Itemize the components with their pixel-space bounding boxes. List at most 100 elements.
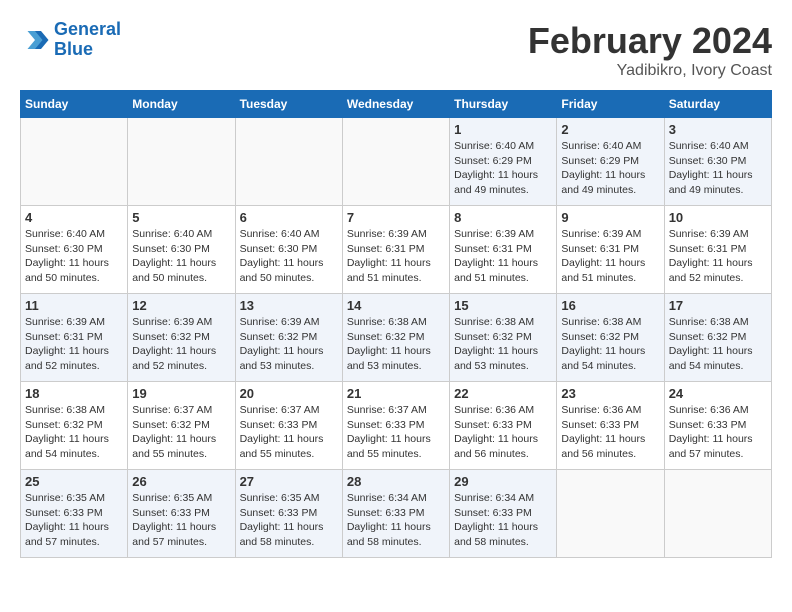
day-number: 28 bbox=[347, 474, 445, 489]
calendar-cell: 20 Sunrise: 6:37 AMSunset: 6:33 PMDayligh… bbox=[235, 382, 342, 470]
calendar-cell: 9Sunrise: 6:39 AMSunset: 6:31 PMDaylight… bbox=[557, 206, 664, 294]
calendar-cell: 8 Sunrise: 6:39 AMSunset: 6:31 PMDaylight… bbox=[450, 206, 557, 294]
logo-line1: General bbox=[54, 19, 121, 39]
day-number: 29 bbox=[454, 474, 552, 489]
day-info: Sunrise: 6:39 AMSunset: 6:31 PMDaylight:… bbox=[25, 315, 123, 374]
day-number: 21 bbox=[347, 386, 445, 401]
calendar-cell: 15 Sunrise: 6:38 AMSunset: 6:32 PMDayligh… bbox=[450, 294, 557, 382]
calendar-cell: 21 Sunrise: 6:37 AMSunset: 6:33 PMDayligh… bbox=[342, 382, 449, 470]
calendar-cell: 24Sunrise: 6:36 AMSunset: 6:33 PMDayligh… bbox=[664, 382, 771, 470]
column-header-saturday: Saturday bbox=[664, 91, 771, 118]
calendar-cell: 3Sunrise: 6:40 AMSunset: 6:30 PMDaylight… bbox=[664, 118, 771, 206]
day-number: 25 bbox=[25, 474, 123, 489]
calendar-cell: 27 Sunrise: 6:35 AMSunset: 6:33 PMDayligh… bbox=[235, 470, 342, 558]
day-info: Sunrise: 6:35 AMSunset: 6:33 PMDaylight:… bbox=[132, 491, 230, 550]
day-number: 15 bbox=[454, 298, 552, 313]
day-info: Sunrise: 6:39 AMSunset: 6:31 PMDaylight:… bbox=[669, 227, 767, 286]
day-info: Sunrise: 6:36 AMSunset: 6:33 PMDaylight:… bbox=[561, 403, 659, 462]
day-number: 24 bbox=[669, 386, 767, 401]
calendar-cell: 6 Sunrise: 6:40 AMSunset: 6:30 PMDaylight… bbox=[235, 206, 342, 294]
calendar-header-row: SundayMondayTuesdayWednesdayThursdayFrid… bbox=[21, 91, 772, 118]
column-header-monday: Monday bbox=[128, 91, 235, 118]
day-number: 9 bbox=[561, 210, 659, 225]
page-header: General Blue February 2024 Yadibikro, Iv… bbox=[20, 20, 772, 80]
day-info: Sunrise: 6:40 AMSunset: 6:30 PMDaylight:… bbox=[132, 227, 230, 286]
day-number: 17 bbox=[669, 298, 767, 313]
calendar-cell: 22 Sunrise: 6:36 AMSunset: 6:33 PMDayligh… bbox=[450, 382, 557, 470]
calendar-week-row: 11 Sunrise: 6:39 AMSunset: 6:31 PMDayligh… bbox=[21, 294, 772, 382]
day-info: Sunrise: 6:38 AMSunset: 6:32 PMDaylight:… bbox=[669, 315, 767, 374]
day-number: 22 bbox=[454, 386, 552, 401]
day-number: 4 bbox=[25, 210, 123, 225]
calendar-cell: 26 Sunrise: 6:35 AMSunset: 6:33 PMDayligh… bbox=[128, 470, 235, 558]
calendar-week-row: 18Sunrise: 6:38 AMSunset: 6:32 PMDayligh… bbox=[21, 382, 772, 470]
calendar-cell: 10 Sunrise: 6:39 AMSunset: 6:31 PMDayligh… bbox=[664, 206, 771, 294]
day-number: 10 bbox=[669, 210, 767, 225]
day-number: 8 bbox=[454, 210, 552, 225]
day-number: 13 bbox=[240, 298, 338, 313]
column-header-sunday: Sunday bbox=[21, 91, 128, 118]
day-info: Sunrise: 6:38 AMSunset: 6:32 PMDaylight:… bbox=[561, 315, 659, 374]
calendar-cell bbox=[128, 118, 235, 206]
calendar-cell: 23 Sunrise: 6:36 AMSunset: 6:33 PMDayligh… bbox=[557, 382, 664, 470]
day-info: Sunrise: 6:37 AMSunset: 6:33 PMDaylight:… bbox=[240, 403, 338, 462]
day-number: 14 bbox=[347, 298, 445, 313]
title-block: February 2024 Yadibikro, Ivory Coast bbox=[528, 20, 772, 80]
day-info: Sunrise: 6:37 AMSunset: 6:33 PMDaylight:… bbox=[347, 403, 445, 462]
day-info: Sunrise: 6:35 AMSunset: 6:33 PMDaylight:… bbox=[240, 491, 338, 550]
logo-text: General Blue bbox=[54, 20, 121, 60]
day-info: Sunrise: 6:40 AMSunset: 6:30 PMDaylight:… bbox=[25, 227, 123, 286]
calendar-cell bbox=[342, 118, 449, 206]
day-info: Sunrise: 6:38 AMSunset: 6:32 PMDaylight:… bbox=[347, 315, 445, 374]
day-number: 5 bbox=[132, 210, 230, 225]
calendar-cell: 19 Sunrise: 6:37 AMSunset: 6:32 PMDayligh… bbox=[128, 382, 235, 470]
column-header-wednesday: Wednesday bbox=[342, 91, 449, 118]
day-info: Sunrise: 6:34 AMSunset: 6:33 PMDaylight:… bbox=[347, 491, 445, 550]
day-number: 7 bbox=[347, 210, 445, 225]
calendar-cell: 12 Sunrise: 6:39 AMSunset: 6:32 PMDayligh… bbox=[128, 294, 235, 382]
day-info: Sunrise: 6:39 AMSunset: 6:31 PMDaylight:… bbox=[347, 227, 445, 286]
day-info: Sunrise: 6:39 AMSunset: 6:31 PMDaylight:… bbox=[454, 227, 552, 286]
calendar-cell: 25 Sunrise: 6:35 AMSunset: 6:33 PMDayligh… bbox=[21, 470, 128, 558]
day-info: Sunrise: 6:36 AMSunset: 6:33 PMDaylight:… bbox=[454, 403, 552, 462]
column-header-thursday: Thursday bbox=[450, 91, 557, 118]
day-number: 23 bbox=[561, 386, 659, 401]
day-number: 19 bbox=[132, 386, 230, 401]
calendar-cell: 16 Sunrise: 6:38 AMSunset: 6:32 PMDayligh… bbox=[557, 294, 664, 382]
calendar-cell: 5 Sunrise: 6:40 AMSunset: 6:30 PMDaylight… bbox=[128, 206, 235, 294]
day-number: 6 bbox=[240, 210, 338, 225]
calendar-cell: 1Sunrise: 6:40 AMSunset: 6:29 PMDaylight… bbox=[450, 118, 557, 206]
day-number: 2 bbox=[561, 122, 659, 137]
calendar-cell: 17 Sunrise: 6:38 AMSunset: 6:32 PMDayligh… bbox=[664, 294, 771, 382]
day-info: Sunrise: 6:39 AMSunset: 6:32 PMDaylight:… bbox=[132, 315, 230, 374]
day-number: 26 bbox=[132, 474, 230, 489]
calendar-week-row: 1Sunrise: 6:40 AMSunset: 6:29 PMDaylight… bbox=[21, 118, 772, 206]
column-header-tuesday: Tuesday bbox=[235, 91, 342, 118]
calendar-cell: 11 Sunrise: 6:39 AMSunset: 6:31 PMDayligh… bbox=[21, 294, 128, 382]
day-number: 20 bbox=[240, 386, 338, 401]
day-number: 11 bbox=[25, 298, 123, 313]
day-info: Sunrise: 6:40 AMSunset: 6:29 PMDaylight:… bbox=[561, 139, 659, 198]
calendar-week-row: 4 Sunrise: 6:40 AMSunset: 6:30 PMDaylight… bbox=[21, 206, 772, 294]
calendar-table: SundayMondayTuesdayWednesdayThursdayFrid… bbox=[20, 90, 772, 558]
day-info: Sunrise: 6:37 AMSunset: 6:32 PMDaylight:… bbox=[132, 403, 230, 462]
logo: General Blue bbox=[20, 20, 121, 60]
day-number: 16 bbox=[561, 298, 659, 313]
day-info: Sunrise: 6:38 AMSunset: 6:32 PMDaylight:… bbox=[454, 315, 552, 374]
logo-icon bbox=[20, 25, 50, 55]
calendar-cell: 18Sunrise: 6:38 AMSunset: 6:32 PMDayligh… bbox=[21, 382, 128, 470]
day-info: Sunrise: 6:35 AMSunset: 6:33 PMDaylight:… bbox=[25, 491, 123, 550]
calendar-cell bbox=[235, 118, 342, 206]
logo-line2: Blue bbox=[54, 39, 93, 59]
calendar-cell: 4 Sunrise: 6:40 AMSunset: 6:30 PMDaylight… bbox=[21, 206, 128, 294]
calendar-cell: 13Sunrise: 6:39 AMSunset: 6:32 PMDayligh… bbox=[235, 294, 342, 382]
day-info: Sunrise: 6:40 AMSunset: 6:30 PMDaylight:… bbox=[240, 227, 338, 286]
calendar-cell: 7 Sunrise: 6:39 AMSunset: 6:31 PMDaylight… bbox=[342, 206, 449, 294]
day-info: Sunrise: 6:40 AMSunset: 6:30 PMDaylight:… bbox=[669, 139, 767, 198]
day-info: Sunrise: 6:40 AMSunset: 6:29 PMDaylight:… bbox=[454, 139, 552, 198]
day-number: 12 bbox=[132, 298, 230, 313]
month-title: February 2024 bbox=[528, 20, 772, 62]
location-subtitle: Yadibikro, Ivory Coast bbox=[528, 62, 772, 80]
calendar-cell: 29Sunrise: 6:34 AMSunset: 6:33 PMDayligh… bbox=[450, 470, 557, 558]
day-number: 27 bbox=[240, 474, 338, 489]
